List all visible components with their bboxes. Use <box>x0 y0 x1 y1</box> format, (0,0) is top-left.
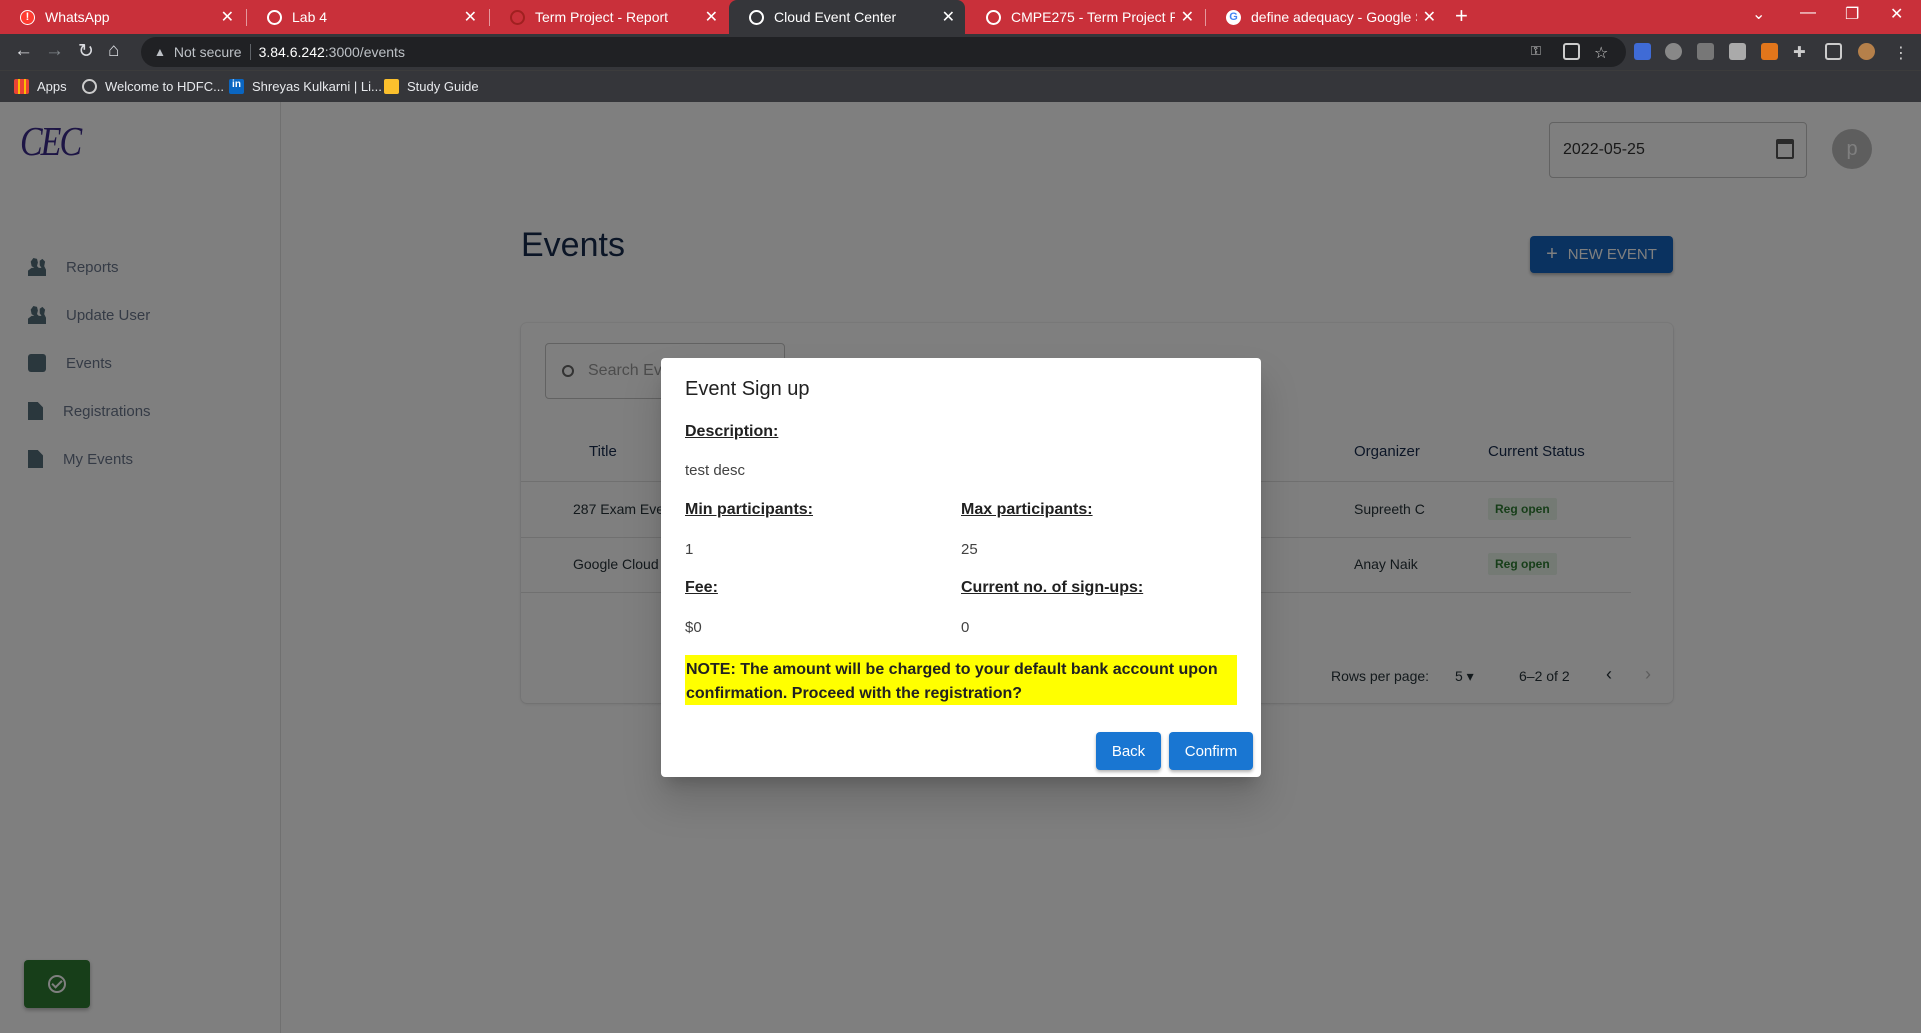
close-tab-icon[interactable]: ✕ <box>942 7 955 27</box>
tab-lab-4[interactable]: Lab 4 ✕ <box>247 0 487 34</box>
restore-button[interactable]: ❐ <box>1845 4 1859 24</box>
warning-icon: ▲ <box>154 45 166 59</box>
google-icon: G <box>1226 9 1241 25</box>
bookmark-label: Welcome to HDFC... <box>105 79 224 94</box>
bookmark-apps[interactable]: Apps <box>14 79 67 94</box>
back-arrow-icon[interactable]: ← <box>14 40 33 62</box>
whatsapp-favicon-icon: ! <box>20 9 35 25</box>
dialog-title: Event Sign up <box>685 378 810 400</box>
side-panel-icon[interactable] <box>1825 43 1842 60</box>
close-tab-icon[interactable]: ✕ <box>221 7 234 27</box>
kebab-menu-icon[interactable]: ⋮ <box>1893 43 1910 62</box>
max-participants-label: Max participants: <box>961 501 1093 518</box>
folder-icon <box>384 79 399 94</box>
charge-note: NOTE: The amount will be charged to your… <box>685 655 1237 705</box>
extension-blue-icon[interactable] <box>1634 43 1651 60</box>
max-participants-value: 25 <box>961 541 978 558</box>
globe-icon <box>267 9 282 25</box>
apps-grid-icon <box>14 79 29 94</box>
confirm-button[interactable]: Confirm <box>1169 732 1253 770</box>
tab-term-project-report[interactable]: Term Project - Report ✕ <box>490 0 728 34</box>
url-path: :3000/events <box>324 44 405 60</box>
tab-title: Cloud Event Center <box>774 9 897 25</box>
description-label: Description: <box>685 423 779 440</box>
description-value: test desc <box>685 462 746 479</box>
tab-title: Term Project - Report <box>535 9 669 25</box>
bookmark-label: Apps <box>37 79 67 94</box>
address-divider <box>249 44 251 60</box>
key-icon[interactable]: ⚿ <box>1531 43 1548 60</box>
tab-title: CMPE275 - Term Project PPT <box>1011 9 1175 25</box>
forward-arrow-icon[interactable]: → <box>45 40 64 62</box>
profile-avatar[interactable] <box>1858 43 1875 60</box>
bookmark-label: Shreyas Kulkarni | Li... <box>252 79 382 94</box>
min-participants-value: 1 <box>685 541 694 558</box>
shield-icon[interactable] <box>1697 43 1714 60</box>
back-button[interactable]: Back <box>1096 732 1161 770</box>
github-icon[interactable] <box>1665 43 1682 60</box>
bookmark-study-guide[interactable]: Study Guide <box>384 79 479 94</box>
reload-icon[interactable]: ↻ <box>78 40 94 63</box>
new-tab-button[interactable]: + <box>1455 3 1468 29</box>
puzzle-icon[interactable]: ✚ <box>1793 43 1810 61</box>
tab-cloud-event-center[interactable]: Cloud Event Center ✕ <box>729 0 965 34</box>
tab-cmpe275-ppt[interactable]: CMPE275 - Term Project PPT ✕ <box>966 0 1204 34</box>
close-tab-icon[interactable]: ✕ <box>1423 7 1436 27</box>
home-icon[interactable]: ⌂ <box>108 40 119 62</box>
event-signup-dialog: Event Sign up Description: test desc Min… <box>661 358 1261 777</box>
current-signups-label: Current no. of sign-ups: <box>961 579 1144 596</box>
tab-title: WhatsApp <box>45 9 110 25</box>
loading-spinner-icon <box>510 9 525 25</box>
linkedin-icon: in <box>229 79 244 94</box>
fee-value: $0 <box>685 619 702 636</box>
current-signups-value: 0 <box>961 619 970 636</box>
bookmark-label: Study Guide <box>407 79 479 94</box>
minimize-button[interactable]: — <box>1800 4 1816 22</box>
globe-icon <box>749 9 764 25</box>
url-host: 3.84.6.242 <box>258 44 325 60</box>
tab-google-search[interactable]: G define adequacy - Google Search ✕ <box>1206 0 1446 34</box>
security-label: Not secure <box>173 44 242 60</box>
metamask-icon[interactable] <box>1761 43 1778 60</box>
bookmark-linkedin[interactable]: in Shreyas Kulkarni | Li... <box>229 79 382 94</box>
close-tab-icon[interactable]: ✕ <box>705 7 718 27</box>
tab-title: Lab 4 <box>292 9 328 25</box>
close-window-button[interactable]: ✕ <box>1890 4 1903 24</box>
extension-gray-icon[interactable] <box>1729 43 1746 60</box>
address-bar[interactable]: ▲ Not secure 3.84.6.242 :3000/events <box>141 37 1626 67</box>
globe-icon <box>986 9 1001 25</box>
globe-icon <box>82 79 97 94</box>
bookmark-hdfc[interactable]: Welcome to HDFC... <box>82 79 224 94</box>
bookmark-star-icon[interactable]: ☆ <box>1594 43 1611 62</box>
share-icon[interactable] <box>1563 43 1580 60</box>
close-tab-icon[interactable]: ✕ <box>464 7 477 27</box>
browser-toolbar: ← → ↻ ⌂ ▲ Not secure 3.84.6.242 :3000/ev… <box>0 34 1921 70</box>
browser-tab-strip: ! WhatsApp ✕ Lab 4 ✕ Term Project - Repo… <box>0 0 1921 34</box>
tab-search-icon[interactable]: ⌄ <box>1752 4 1765 24</box>
tab-title: define adequacy - Google Search <box>1251 9 1417 25</box>
fee-label: Fee: <box>685 579 718 596</box>
bookmarks-bar: Apps Welcome to HDFC... in Shreyas Kulka… <box>0 70 1921 102</box>
tab-whatsapp[interactable]: ! WhatsApp ✕ <box>0 0 244 34</box>
close-tab-icon[interactable]: ✕ <box>1181 7 1194 27</box>
min-participants-label: Min participants: <box>685 501 814 518</box>
